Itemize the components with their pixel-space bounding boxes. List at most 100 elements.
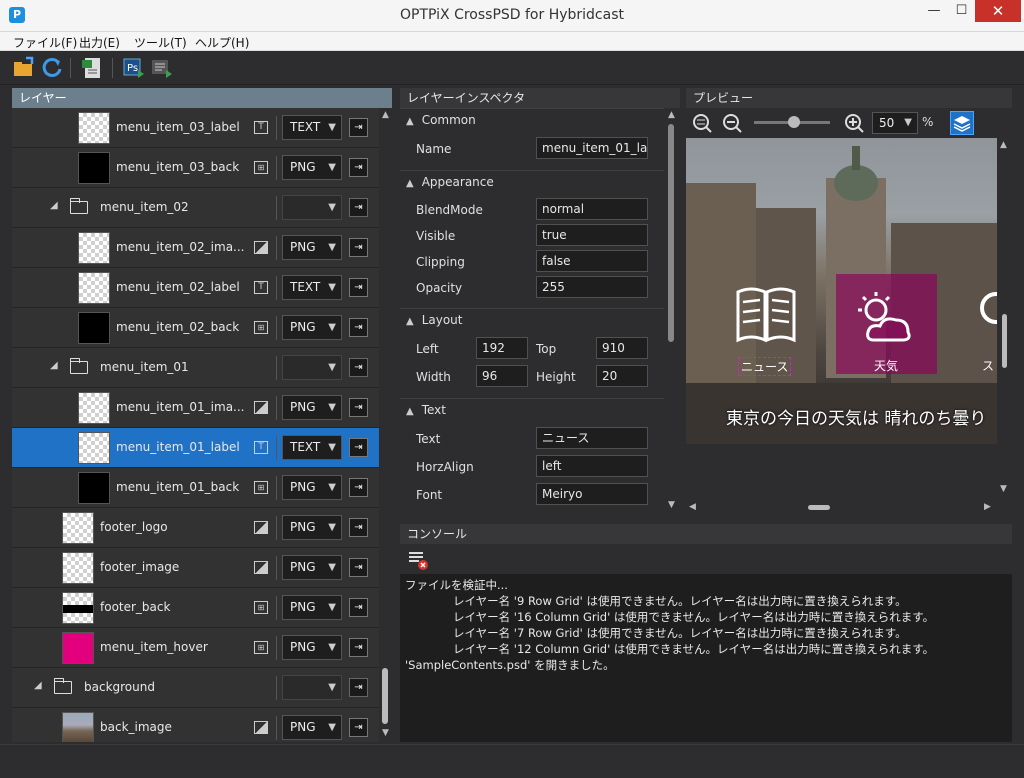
export-settings-icon[interactable]: ⇥ [349,678,368,697]
export-settings-icon[interactable]: ⇥ [349,518,368,537]
layer-row-menu-item-hover[interactable]: menu_item_hover ⊞ PNG ▼ ⇥ [12,628,379,668]
expand-triangle-icon[interactable]: ◢ [34,680,42,691]
section-text[interactable]: ▲ Text [400,398,664,420]
scroll-up-icon[interactable]: ▲ [382,110,389,120]
height-field[interactable]: 20 [596,365,648,387]
clear-console-icon[interactable] [408,550,428,573]
section-appearance[interactable]: ▲ Appearance [400,170,664,192]
format-select[interactable]: TEXT ▼ [282,435,342,460]
layer-row-background[interactable]: ◢ background ▼ ⇥ [12,668,379,708]
layer-row-footer-logo[interactable]: footer_logo PNG ▼ ⇥ [12,508,379,548]
format-select[interactable]: PNG ▼ [282,235,342,260]
export-settings-icon[interactable]: ⇥ [349,398,368,417]
export-settings-icon[interactable]: ⇥ [349,598,368,617]
reload-icon[interactable] [40,56,64,80]
scroll-up-icon[interactable]: ▲ [668,110,675,120]
export-settings-icon[interactable]: ⇥ [349,238,368,257]
preview-canvas[interactable]: ニュース 天気 ス 東京の今日の天気は 晴れのち曇り [686,138,997,444]
layer-row-menu-item-03-back[interactable]: menu_item_03_back ⊞ PNG ▼ ⇥ [12,148,379,188]
left-field[interactable]: 192 [476,337,528,359]
export-settings-icon[interactable]: ⇥ [349,158,368,177]
format-select[interactable]: ▼ [282,675,342,700]
zoom-out-icon[interactable] [722,113,742,136]
format-select[interactable]: PNG ▼ [282,315,342,340]
preview-hscroll-thumb[interactable] [808,505,830,510]
format-select[interactable]: PNG ▼ [282,715,342,740]
preview-vertical-scrollbar[interactable]: ▲ ▼ [997,138,1012,500]
section-common[interactable]: ▲ Common [400,108,664,130]
format-select[interactable]: TEXT ▼ [282,275,342,300]
photoshop-preview-icon[interactable]: Ps [122,56,146,80]
scroll-down-icon[interactable]: ▼ [668,500,675,510]
console-output[interactable]: ファイルを検証中... レイヤー名 '9 Row Grid' は使用できません。… [400,574,1012,742]
format-select[interactable]: PNG ▼ [282,635,342,660]
font-field[interactable]: Meiryo [536,483,648,505]
zoom-select[interactable]: 50 ▼ [872,112,918,134]
minimize-button[interactable]: — [920,0,948,22]
format-select[interactable]: PNG ▼ [282,515,342,540]
scroll-down-icon[interactable]: ▼ [382,728,389,738]
name-field[interactable]: menu_item_01_label [536,137,648,159]
zoom-fit-icon[interactable] [692,113,712,136]
visible-field[interactable]: true [536,224,648,246]
layer-row-footer-back[interactable]: footer_back ⊞ PNG ▼ ⇥ [12,588,379,628]
close-button[interactable]: ✕ [975,0,1021,22]
zoom-slider-thumb[interactable] [788,116,800,128]
layer-row-menu-item-02-ima[interactable]: menu_item_02_ima... PNG ▼ ⇥ [12,228,379,268]
format-select[interactable]: ▼ [282,195,342,220]
layer-row-menu-item-01[interactable]: ◢ menu_item_01 ▼ ⇥ [12,348,379,388]
blendmode-field[interactable]: normal [536,198,648,220]
scroll-up-icon[interactable]: ▲ [1000,140,1007,150]
format-select[interactable]: PNG ▼ [282,155,342,180]
export-settings-icon[interactable]: ⇥ [349,198,368,217]
maximize-button[interactable]: ☐ [948,0,975,22]
menu-output[interactable]: 出力(E) [79,34,120,51]
export-settings-icon[interactable]: ⇥ [349,638,368,657]
export-settings-icon[interactable]: ⇥ [349,438,368,457]
layer-row-menu-item-01-ima[interactable]: menu_item_01_ima... PNG ▼ ⇥ [12,388,379,428]
export-settings-icon[interactable]: ⇥ [349,118,368,137]
preview-vscroll-thumb[interactable] [1002,314,1007,368]
expand-triangle-icon[interactable]: ◢ [50,200,58,211]
preview-horizontal-scrollbar[interactable]: ◀ ▶ [686,500,997,515]
layer-row-menu-item-02[interactable]: ◢ menu_item_02 ▼ ⇥ [12,188,379,228]
layers-scroll-thumb[interactable] [382,668,388,724]
export-settings-icon[interactable]: ⇥ [349,358,368,377]
expand-triangle-icon[interactable]: ◢ [50,360,58,371]
export-settings-icon[interactable]: ⇥ [349,478,368,497]
format-select[interactable]: PNG ▼ [282,555,342,580]
format-select[interactable]: PNG ▼ [282,395,342,420]
run-console-icon[interactable] [150,56,174,80]
export-document-icon[interactable] [80,56,104,80]
menu-tools[interactable]: ツール(T) [134,34,187,51]
export-settings-icon[interactable]: ⇥ [349,318,368,337]
export-settings-icon[interactable]: ⇥ [349,558,368,577]
layer-row-back-image[interactable]: back_image PNG ▼ ⇥ [12,708,379,742]
layer-row-menu-item-02-back[interactable]: menu_item_02_back ⊞ PNG ▼ ⇥ [12,308,379,348]
zoom-in-icon[interactable] [844,113,864,136]
layer-row-footer-image[interactable]: footer_image PNG ▼ ⇥ [12,548,379,588]
width-field[interactable]: 96 [476,365,528,387]
open-folder-icon[interactable] [12,56,36,80]
text-field[interactable]: ニュース [536,427,648,449]
opacity-field[interactable]: 255 [536,276,648,298]
layer-row-menu-item-01-label[interactable]: menu_item_01_label T TEXT ▼ ⇥ [12,428,379,468]
scroll-left-icon[interactable]: ◀ [689,502,696,512]
inspector-scroll-thumb[interactable] [668,124,674,342]
menu-help[interactable]: ヘルプ(H) [195,34,249,51]
clipping-field[interactable]: false [536,250,648,272]
layer-row-menu-item-01-back[interactable]: menu_item_01_back ⊞ PNG ▼ ⇥ [12,468,379,508]
section-layout[interactable]: ▲ Layout [400,308,664,330]
layers-scrollbar[interactable]: ▲ ▼ [379,108,392,742]
scroll-down-icon[interactable]: ▼ [1000,484,1007,494]
format-select[interactable]: TEXT ▼ [282,115,342,140]
export-settings-icon[interactable]: ⇥ [349,278,368,297]
scroll-right-icon[interactable]: ▶ [984,502,991,512]
layers-toggle-icon[interactable] [950,111,974,135]
format-select[interactable]: PNG ▼ [282,475,342,500]
layer-row-menu-item-02-label[interactable]: menu_item_02_label T TEXT ▼ ⇥ [12,268,379,308]
top-field[interactable]: 910 [596,337,648,359]
menu-file[interactable]: ファイル(F) [13,34,77,51]
format-select[interactable]: ▼ [282,355,342,380]
layers-list[interactable]: menu_item_03_label T TEXT ▼ ⇥ menu_item_03_ba… [12,108,379,742]
